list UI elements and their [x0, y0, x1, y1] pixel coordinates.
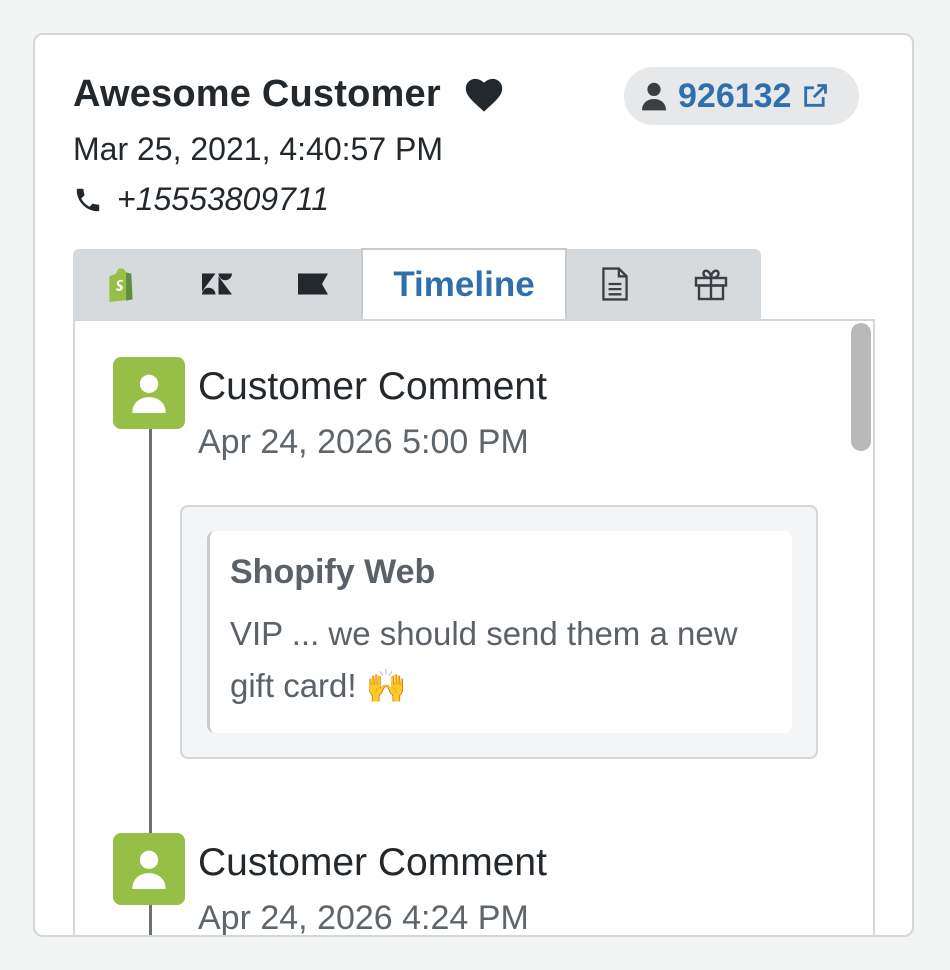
customer-id-link[interactable]: 926132 [624, 67, 860, 125]
timeline-entry-time: Apr 24, 2026 5:00 PM [198, 423, 529, 461]
timeline-avatar [113, 357, 185, 429]
tab-timeline[interactable]: Timeline [361, 248, 567, 320]
timeline-entry-time: Apr 24, 2026 4:24 PM [198, 899, 529, 937]
customer-phone-row: +15553809711 [73, 181, 329, 218]
timeline-avatar [113, 833, 185, 905]
tab-shopify[interactable] [73, 249, 169, 319]
timeline-entry-title: Customer Comment [198, 365, 547, 408]
gift-icon [694, 269, 728, 301]
tab-timeline-label: Timeline [393, 265, 535, 304]
shopify-icon [109, 268, 133, 302]
customer-name: Awesome Customer [73, 73, 441, 115]
document-icon [602, 267, 628, 301]
comment-source: Shopify Web [230, 553, 436, 591]
external-link-icon [804, 84, 828, 107]
user-icon [642, 82, 666, 111]
tab-flag[interactable] [265, 249, 361, 319]
tab-bar: Timeline [73, 248, 761, 320]
tab-documents[interactable] [567, 249, 663, 319]
customer-header: Awesome Customer [73, 73, 503, 116]
user-icon [132, 850, 166, 889]
phone-icon [76, 188, 100, 211]
customer-created-date: Mar 25, 2021, 4:40:57 PM [73, 131, 443, 167]
customer-id[interactable]: 926132 [678, 77, 791, 116]
tab-gifts[interactable] [663, 249, 759, 319]
customer-card: Awesome Customer Mar 25, 2021, 4:40:57 P… [33, 33, 914, 937]
heart-icon[interactable] [465, 77, 503, 113]
tab-zendesk[interactable] [169, 249, 265, 319]
timeline-panel[interactable]: Customer Comment Apr 24, 2026 5:00 PM Sh… [73, 319, 875, 937]
comment-quote: Shopify Web VIP ... we should send them … [207, 531, 792, 733]
flag-icon [298, 273, 328, 295]
timeline-entry-title: Customer Comment [198, 841, 547, 884]
comment-box: Shopify Web VIP ... we should send them … [180, 505, 818, 759]
comment-text: VIP ... we should send them a new gift c… [230, 615, 738, 704]
zendesk-icon [202, 273, 232, 295]
customer-phone[interactable]: +15553809711 [117, 181, 329, 218]
scrollbar-thumb[interactable] [851, 323, 871, 451]
user-icon [132, 374, 166, 413]
